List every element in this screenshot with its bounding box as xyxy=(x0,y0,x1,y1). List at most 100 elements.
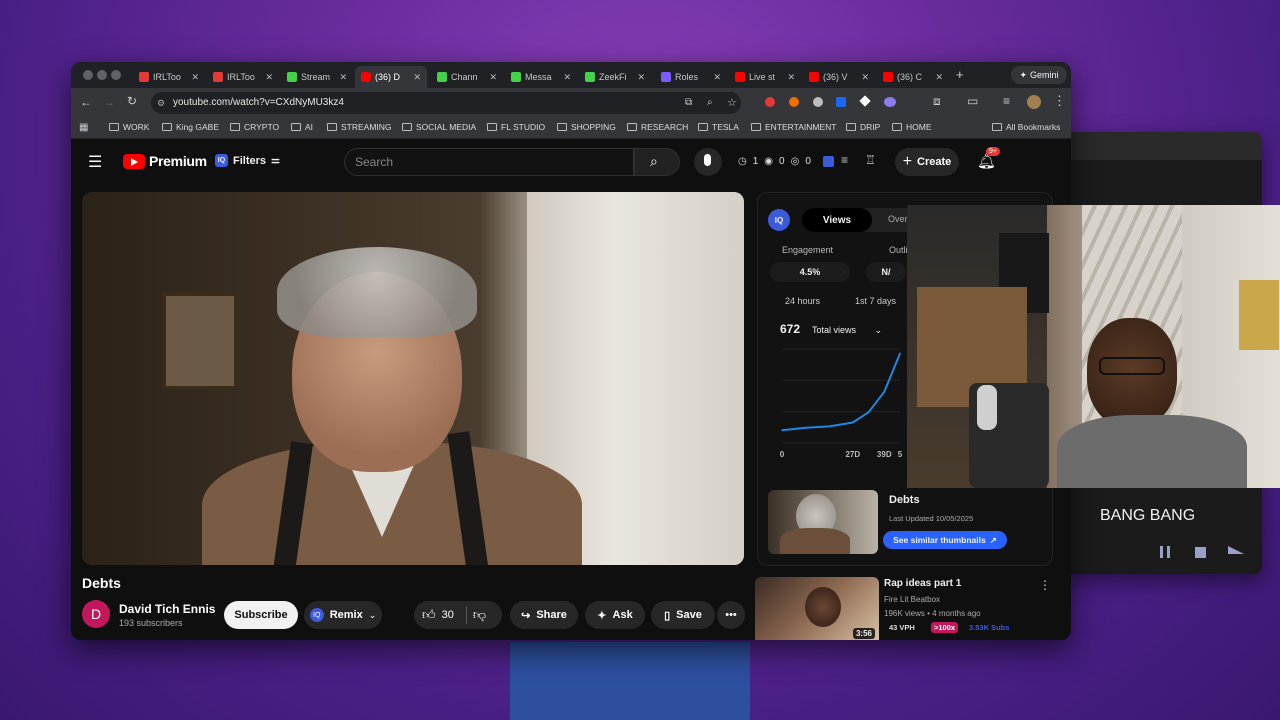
recommendation-title[interactable]: Debts xyxy=(889,494,920,506)
ask-button[interactable]: ✦ Ask xyxy=(585,601,645,629)
recommended-video-thumbnail[interactable]: 3:56 xyxy=(755,577,879,640)
cast-icon[interactable]: ⧉ xyxy=(685,92,692,114)
recommendation-channel[interactable]: Fire Lit Beatbox xyxy=(884,595,940,604)
side-panel-icon[interactable]: ▭ xyxy=(967,94,978,108)
tab-close-icon[interactable]: ✕ xyxy=(637,72,645,83)
pause-icon[interactable] xyxy=(1160,546,1170,558)
share-button[interactable]: ↪ Share xyxy=(510,601,578,629)
video-player[interactable] xyxy=(82,192,744,565)
tab-close-icon[interactable]: ✕ xyxy=(265,72,273,83)
range-first-7-days[interactable]: 1st 7 days xyxy=(855,296,896,306)
search-button[interactable]: ⌕ xyxy=(634,148,680,176)
record-ramp-icon[interactable] xyxy=(1228,546,1244,554)
see-similar-thumbnails-button[interactable]: See similar thumbnails ↗ xyxy=(883,531,1007,549)
tab-close-icon[interactable]: ✕ xyxy=(489,72,497,83)
recommendation-video-title[interactable]: Rap ideas part 1 xyxy=(884,578,961,589)
tab-close-icon[interactable]: ✕ xyxy=(935,72,943,83)
thumbs-down-icon[interactable]: 👎︎ xyxy=(473,607,486,623)
browser-tab[interactable]: IRLToo ✕ xyxy=(207,66,279,88)
browser-tab[interactable]: (36) V ✕ xyxy=(803,66,875,88)
bookmark-folder[interactable]: AI xyxy=(291,122,313,132)
save-button[interactable]: ▯ Save xyxy=(651,601,715,629)
extension-icon[interactable] xyxy=(836,97,846,107)
remix-button[interactable]: IQ Remix ⌄ xyxy=(304,601,382,629)
trophy-icon[interactable]: ♖ xyxy=(865,153,876,167)
video-duration: 3:56 xyxy=(852,628,875,639)
browser-menu-icon[interactable]: ⋮ xyxy=(1053,93,1066,109)
browser-tab[interactable]: Stream ✕ xyxy=(281,66,353,88)
browser-tab[interactable]: Chann ✕ xyxy=(431,66,503,88)
site-info-icon[interactable]: ⚙ xyxy=(157,92,165,114)
extension-icon[interactable] xyxy=(813,97,823,107)
bookmark-folder[interactable]: WORK xyxy=(109,122,149,132)
maximize-window-button[interactable] xyxy=(111,70,121,80)
extension-icon[interactable] xyxy=(789,97,799,107)
folder-icon xyxy=(557,123,567,131)
more-actions-button[interactable]: ••• xyxy=(717,601,745,629)
more-options-icon[interactable]: ⋮ xyxy=(1039,578,1051,592)
total-views-dropdown[interactable]: Total views ⌄ xyxy=(812,325,882,336)
channel-avatar[interactable]: D xyxy=(82,600,110,628)
minimize-window-button[interactable] xyxy=(97,70,107,80)
range-24-hours[interactable]: 24 hours xyxy=(785,296,820,306)
tab-views[interactable]: Views xyxy=(802,208,872,232)
bookmark-folder[interactable]: CRYPTO xyxy=(230,122,279,132)
bookmark-star-icon[interactable]: ☆ xyxy=(727,92,737,114)
bookmark-folder[interactable]: TESLA xyxy=(698,122,739,132)
list-icon[interactable]: ≡ xyxy=(841,153,848,167)
like-button[interactable]: 👍︎ 30 xyxy=(422,607,454,623)
bookmark-folder[interactable]: King GABE xyxy=(162,122,219,132)
tab-close-icon[interactable]: ✕ xyxy=(339,72,347,83)
channel-name[interactable]: David Tich Ennis xyxy=(119,602,215,616)
hamburger-menu-icon[interactable]: ☰ xyxy=(88,152,102,172)
voice-search-button[interactable] xyxy=(694,148,722,176)
iq-extension-icon[interactable] xyxy=(823,156,834,167)
filters-button[interactable]: IQ Filters ⚌ xyxy=(215,154,280,167)
stop-icon[interactable] xyxy=(1195,547,1206,558)
bookmark-folder[interactable]: RESEARCH xyxy=(627,122,688,132)
bookmark-folder[interactable]: FL STUDIO xyxy=(487,122,545,132)
all-bookmarks-folder[interactable]: All Bookmarks xyxy=(992,122,1060,132)
tab-close-icon[interactable]: ✕ xyxy=(861,72,869,83)
gemini-button[interactable]: ✦ Gemini xyxy=(1011,66,1067,84)
reading-list-icon[interactable]: ≡ xyxy=(1003,94,1010,108)
create-button[interactable]: + Create xyxy=(895,148,959,176)
forward-arrow-icon[interactable]: → xyxy=(103,95,115,109)
bookmark-folder[interactable]: HOME xyxy=(892,122,932,132)
bookmark-folder[interactable]: DRIP xyxy=(846,122,880,132)
tab-close-icon[interactable]: ✕ xyxy=(787,72,795,83)
bookmark-folder[interactable]: STREAMING xyxy=(327,122,392,132)
browser-tab[interactable]: Live st ✕ xyxy=(729,66,801,88)
tab-close-icon[interactable]: ✕ xyxy=(563,72,571,83)
bookmark-folder[interactable]: SHOPPING xyxy=(557,122,616,132)
search-input[interactable]: Search xyxy=(344,148,634,176)
bookmark-folder[interactable]: ENTERTAINMENT xyxy=(751,122,836,132)
reload-icon[interactable]: ↻ xyxy=(127,94,137,108)
tab-close-icon[interactable]: ✕ xyxy=(713,72,721,83)
apps-grid-icon[interactable]: ▦ xyxy=(79,122,88,133)
browser-tab[interactable]: Messa ✕ xyxy=(505,66,577,88)
tab-favicon-icon xyxy=(511,72,521,82)
browser-tab[interactable]: ZeekFi ✕ xyxy=(579,66,651,88)
close-window-button[interactable] xyxy=(83,70,93,80)
extension-icon[interactable] xyxy=(765,97,775,107)
browser-tab[interactable]: Roles ✕ xyxy=(655,66,727,88)
extensions-puzzle-icon[interactable]: ⧈ xyxy=(933,94,941,109)
browser-tab-active[interactable]: (36) D ✕ xyxy=(355,66,427,88)
zoom-icon[interactable]: ⌕ xyxy=(707,92,713,114)
recommended-thumbnail[interactable] xyxy=(768,490,878,554)
extension-icon[interactable] xyxy=(859,95,871,107)
youtube-logo[interactable]: Premium xyxy=(123,153,207,169)
browser-tab[interactable]: IRLToo ✕ xyxy=(133,66,205,88)
tab-close-icon[interactable]: ✕ xyxy=(413,72,421,83)
browser-tab[interactable]: (36) C ✕ xyxy=(877,66,949,88)
subscribe-button[interactable]: Subscribe xyxy=(224,601,298,629)
extension-icon[interactable] xyxy=(884,97,896,107)
bookmark-folder[interactable]: SOCIAL MEDIA xyxy=(402,122,476,132)
profile-avatar[interactable] xyxy=(1027,95,1041,109)
back-arrow-icon[interactable]: ← xyxy=(80,95,92,109)
url-field[interactable]: ⚙ youtube.com/watch?v=CXdNyMU3kz4 ⧉ ⌕ ☆ xyxy=(151,92,741,114)
new-tab-button[interactable]: + xyxy=(956,67,964,82)
webcam-overlay xyxy=(907,205,1280,488)
tab-close-icon[interactable]: ✕ xyxy=(191,72,199,83)
